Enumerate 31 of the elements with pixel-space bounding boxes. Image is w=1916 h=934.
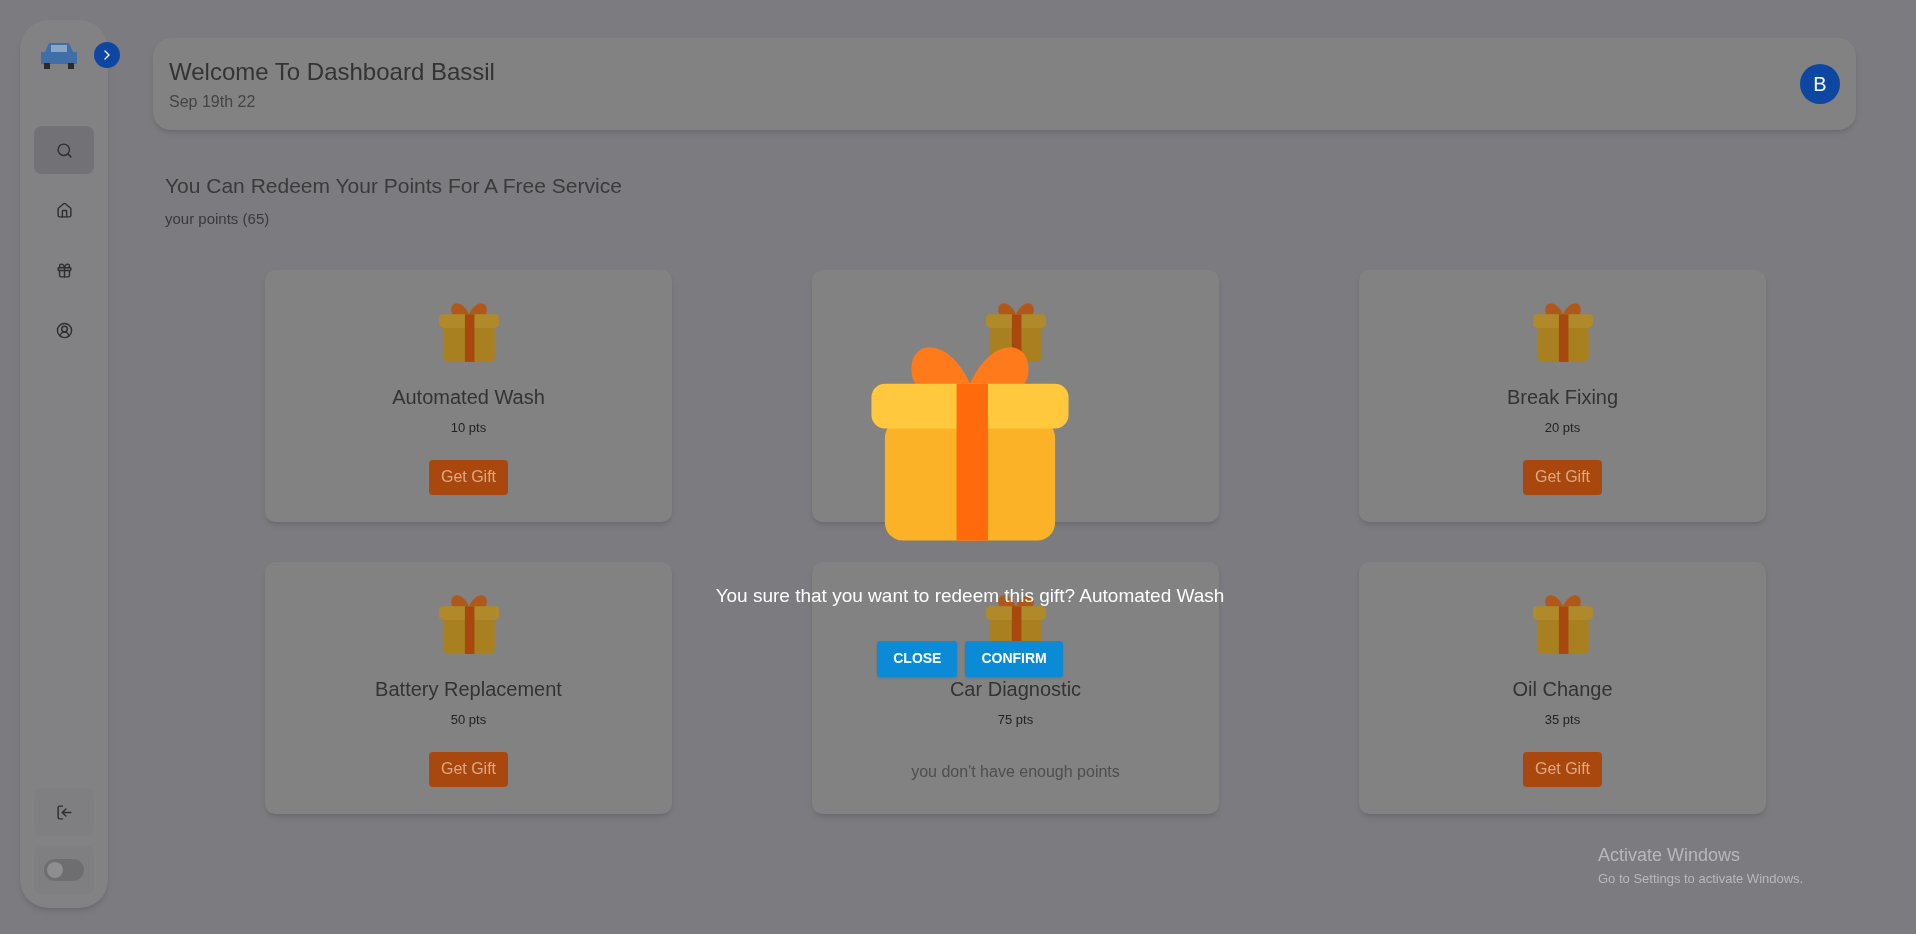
- theme-toggle[interactable]: [44, 859, 84, 881]
- section-heading: You Can Redeem Your Points For A Free Service: [165, 173, 623, 199]
- activation-text: Go to Settings to activate Windows.: [1598, 870, 1804, 888]
- gift-icon: [55, 261, 73, 279]
- get-gift-button[interactable]: Get Gift: [1522, 459, 1603, 495]
- sidebar-item[interactable]: [34, 126, 94, 174]
- service-title: Automated Wash: [392, 385, 545, 410]
- points-cost: 10 pts: [450, 419, 487, 437]
- user-icon: [55, 321, 73, 339]
- get-gift-button[interactable]: Get Gift: [1522, 751, 1603, 787]
- activation-title: Activate Windows: [1598, 844, 1742, 867]
- welcome-title: Welcome To Dashboard Bassil: [169, 57, 496, 87]
- date-text: Sep 19th 22: [169, 92, 257, 112]
- points-cost: 50 pts: [450, 711, 487, 729]
- confirm-button[interactable]: CONFIRM: [965, 640, 1063, 677]
- service-title: Battery Replacement: [375, 677, 562, 702]
- search-icon: [55, 141, 73, 159]
- service-title: Oil Change: [1512, 677, 1613, 702]
- service-title: Car Diagnostic: [949, 677, 1082, 702]
- points-cost: 20 pts: [1544, 419, 1581, 437]
- points-cost: 75 pts: [997, 711, 1034, 729]
- points-text: your points (65): [165, 208, 271, 229]
- points-cost: 35 pts: [1544, 711, 1581, 729]
- get-gift-button[interactable]: Get Gift: [428, 751, 509, 787]
- avatar: B: [1800, 64, 1840, 104]
- get-gift-button[interactable]: Get Gift: [428, 459, 509, 495]
- home-icon: [55, 201, 73, 219]
- service-title: Break Fixing: [1506, 385, 1619, 410]
- close-button[interactable]: CLOSE: [877, 640, 958, 677]
- expand-button[interactable]: [94, 42, 120, 68]
- logout-icon: [55, 803, 73, 821]
